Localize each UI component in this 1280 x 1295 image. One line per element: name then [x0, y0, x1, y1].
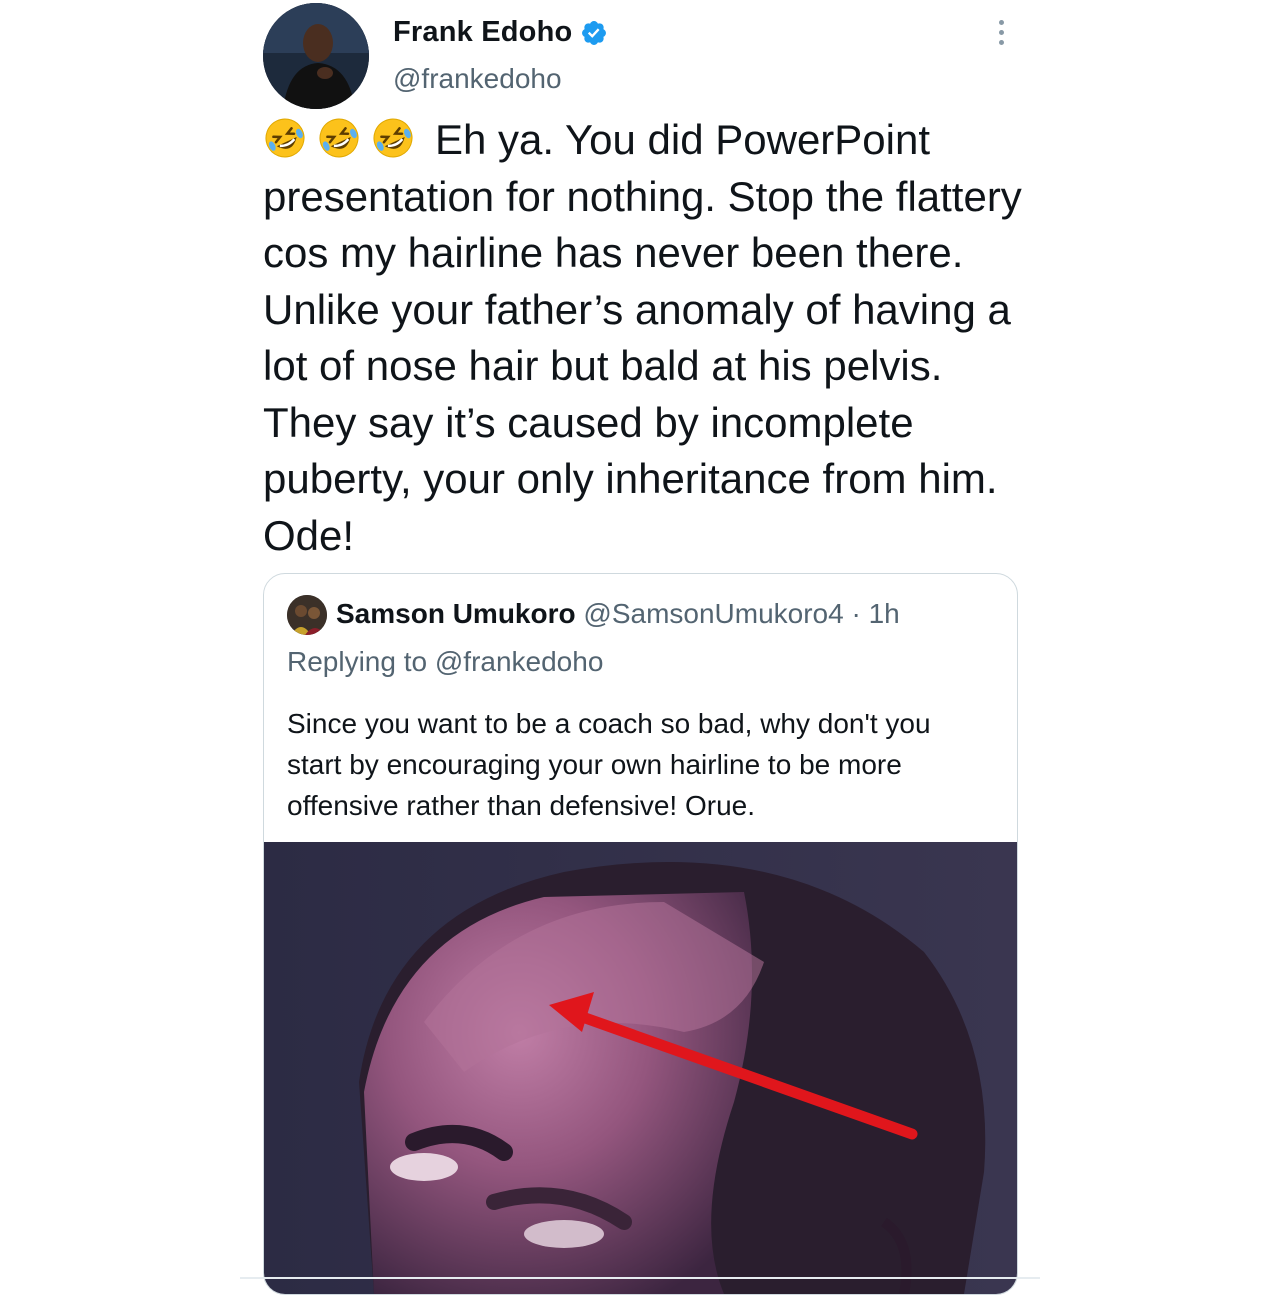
laughing-emoji-icon [371, 116, 415, 160]
quoted-handle[interactable]: @SamsonUmukoro4 [583, 598, 843, 629]
quoted-author-avatar[interactable] [287, 595, 327, 635]
quoted-media-photo[interactable] [264, 842, 1017, 1294]
quoted-tweet-text: Since you want to be a coach so bad, why… [287, 708, 931, 821]
quoted-tweet-card[interactable]: Samson Umukoro @SamsonUmukoro4 · 1h Repl… [263, 573, 1018, 1295]
author-name-row: Frank Edoho [393, 16, 608, 49]
quoted-timestamp[interactable]: · 1h [851, 598, 899, 629]
author-avatar[interactable] [263, 3, 369, 109]
more-vertical-icon[interactable] [990, 20, 1012, 50]
verified-badge-icon [582, 20, 607, 45]
quoted-header: Samson Umukoro @SamsonUmukoro4 · 1h [336, 598, 900, 630]
author-avatar-image [263, 3, 369, 109]
replying-to-label: Replying to @frankedoho [287, 646, 604, 677]
quoted-display-name[interactable]: Samson Umukoro [336, 598, 576, 629]
tweet-body: Eh ya. You did PowerPoint presentation f… [263, 116, 1034, 559]
author-handle[interactable]: @frankedoho [393, 63, 562, 95]
tweet-text: Eh ya. You did PowerPoint presentation f… [263, 112, 1023, 564]
divider [240, 1277, 1040, 1279]
laughing-emoji-icon [317, 116, 361, 160]
author-display-name[interactable]: Frank Edoho [393, 16, 572, 49]
quoted-author-avatar-image [287, 595, 327, 635]
laughing-emoji-icon [263, 116, 307, 160]
emoji-group [263, 116, 425, 160]
photo-icon [264, 842, 1017, 1294]
